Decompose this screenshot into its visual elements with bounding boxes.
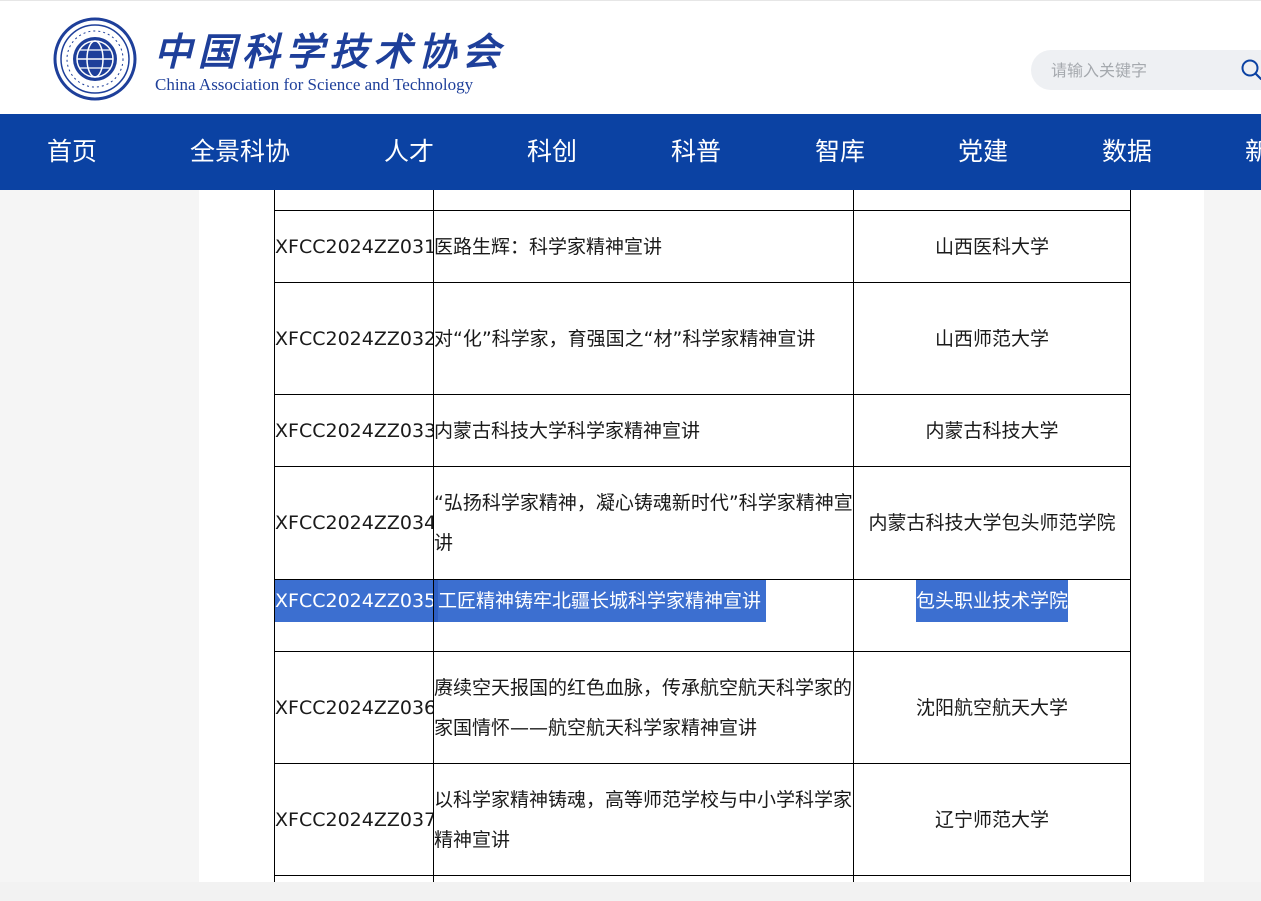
table-cell-org: 沈阳航空航天大学 bbox=[853, 651, 1131, 764]
table-cell-code: XFCC2024ZZ033 bbox=[274, 394, 434, 467]
table-cell-title: 医路生辉：科学家精神宣讲 bbox=[433, 210, 854, 283]
logo-title-en[interactable]: China Association for Science and Techno… bbox=[155, 75, 473, 95]
project-table: XFCC2024ZZ031 医路生辉：科学家精神宣讲 山西医科大学 XFCC20… bbox=[274, 190, 1131, 882]
search-box bbox=[1031, 50, 1261, 90]
table-cell-title bbox=[433, 190, 854, 211]
nav-item-party[interactable]: 党建 bbox=[958, 114, 1008, 190]
table-row bbox=[274, 190, 1131, 211]
table-cell-org: 辽宁师范大学 bbox=[853, 763, 1131, 876]
table-cell-org: 内蒙古科技大学包头师范学院 bbox=[853, 466, 1131, 580]
table-row: XFCC2024ZZ034 “弘扬科学家精神，凝心铸魂新时代”科学家精神宣讲 内… bbox=[274, 466, 1131, 580]
selected-text: 包头职业技术学院 bbox=[915, 580, 1068, 622]
nav-item-overview[interactable]: 全景科协 bbox=[190, 114, 290, 190]
table-row-selected: XFCC2024ZZ035 工匠精神铸牢北疆长城科学家精神宣讲 包头职业技术学院 bbox=[274, 579, 1131, 652]
table-cell-title: 工匠精神铸牢北疆长城科学家精神宣讲 bbox=[433, 579, 854, 652]
table-row: XFCC2024ZZ031 医路生辉：科学家精神宣讲 山西医科大学 bbox=[274, 210, 1131, 283]
nav-item-popular-science[interactable]: 科普 bbox=[671, 114, 721, 190]
nav-item-think-tank[interactable]: 智库 bbox=[815, 114, 865, 190]
table-cell-code: XFCC2024ZZ036 bbox=[274, 651, 434, 764]
main-nav: 首页 全景科协 人才 科创 科普 智库 党建 数据 新 bbox=[0, 114, 1261, 190]
table-cell-code bbox=[274, 190, 434, 211]
table-row: XFCC2024ZZ036 赓续空天报国的红色血脉，传承航空航天科学家的家国情怀… bbox=[274, 651, 1131, 764]
table-cell-org: 山西医科大学 bbox=[853, 210, 1131, 283]
table-cell-title: 赓续空天报国的红色血脉，传承航空航天科学家的家国情怀——航空航天科学家精神宣讲 bbox=[433, 651, 854, 764]
table-row: XFCC2024ZZ037 以科学家精神铸魂，高等师范学校与中小学科学家精神宣讲… bbox=[274, 763, 1131, 876]
page-bottom-strip bbox=[0, 882, 1261, 901]
selected-text: XFCC2024ZZ035 bbox=[275, 580, 433, 622]
table-cell-title: 以科学家精神铸魂，高等师范学校与中小学科学家精神宣讲 bbox=[433, 763, 854, 876]
cast-emblem-icon[interactable] bbox=[53, 17, 137, 101]
table-cell-code: XFCC2024ZZ037 bbox=[274, 763, 434, 876]
nav-item-news[interactable]: 新 bbox=[1245, 114, 1261, 190]
table-cell-code: XFCC2024ZZ032 bbox=[274, 282, 434, 395]
logo-title-cn[interactable]: 中国科学技术协会 bbox=[154, 21, 506, 76]
site-header: 中国科学技术协会 China Association for Science a… bbox=[0, 0, 1261, 114]
table-row: XFCC2024ZZ032 对“化”科学家，育强国之“材”科学家精神宣讲 山西师… bbox=[274, 282, 1131, 395]
table-cell-title: 内蒙古科技大学科学家精神宣讲 bbox=[433, 394, 854, 467]
selected-text: 工匠精神铸牢北疆长城科学家精神宣讲 bbox=[434, 580, 767, 622]
nav-item-home[interactable]: 首页 bbox=[47, 114, 97, 190]
search-icon[interactable] bbox=[1240, 58, 1261, 80]
nav-item-talent[interactable]: 人才 bbox=[384, 114, 434, 190]
table-row: XFCC2024ZZ033 内蒙古科技大学科学家精神宣讲 内蒙古科技大学 bbox=[274, 394, 1131, 467]
nav-item-data[interactable]: 数据 bbox=[1102, 114, 1152, 190]
nav-item-innovation[interactable]: 科创 bbox=[527, 114, 577, 190]
search-input[interactable] bbox=[1051, 59, 1231, 81]
table-cell-org: 内蒙古科技大学 bbox=[853, 394, 1131, 467]
table-cell-code: XFCC2024ZZ034 bbox=[274, 466, 434, 580]
table-cell-code: XFCC2024ZZ031 bbox=[274, 210, 434, 283]
table-cell-title: 对“化”科学家，育强国之“材”科学家精神宣讲 bbox=[433, 282, 854, 395]
table-cell-org bbox=[853, 190, 1131, 211]
table-cell-org: 山西师范大学 bbox=[853, 282, 1131, 395]
table-cell-code: XFCC2024ZZ035 bbox=[274, 579, 434, 652]
table-viewport: XFCC2024ZZ031 医路生辉：科学家精神宣讲 山西医科大学 XFCC20… bbox=[0, 190, 1261, 882]
table-cell-org: 包头职业技术学院 bbox=[853, 579, 1131, 652]
table-cell-title: “弘扬科学家精神，凝心铸魂新时代”科学家精神宣讲 bbox=[433, 466, 854, 580]
